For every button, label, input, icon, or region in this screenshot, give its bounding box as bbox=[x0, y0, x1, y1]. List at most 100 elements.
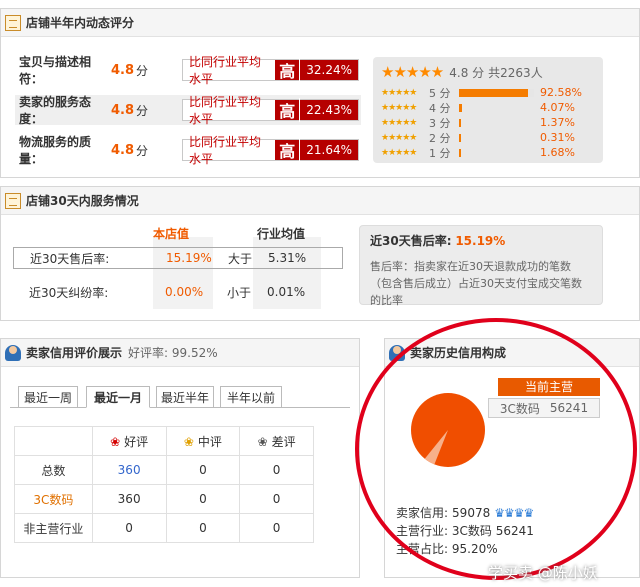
row-label: 近30天纠纷率: bbox=[29, 285, 109, 300]
compare-box: 比同行业平均水平 高 32.24% bbox=[182, 55, 359, 86]
level-text: 高 bbox=[275, 98, 301, 122]
compare-label: 比同行业平均水平 bbox=[189, 135, 262, 166]
row-bar-fill bbox=[459, 88, 529, 97]
row-percent: 92.58% bbox=[540, 86, 582, 99]
credit-title: 卖家信用评价展示 bbox=[26, 346, 123, 360]
level-percent: 32.24% bbox=[306, 63, 352, 77]
row-label: 非主营行业 bbox=[14, 513, 93, 543]
col-shop-header: 本店值 bbox=[153, 227, 190, 241]
watermark: 学买卖 @陈小妖 bbox=[488, 564, 598, 582]
rating-label: 卖家的服务态度： bbox=[19, 95, 92, 126]
info-value: 15.19% bbox=[455, 234, 506, 248]
mid-count: 0 bbox=[165, 484, 241, 514]
rating-label: 物流服务的质量： bbox=[19, 135, 92, 166]
bad-count: 0 bbox=[239, 513, 314, 543]
tab-half-year[interactable]: 最近半年 bbox=[156, 386, 214, 408]
breakdown-list: ★★★★★ 5 分 92.58% ★★★★★ 4 分 4.07% ★★★★★ 3 分 1.37%… bbox=[381, 85, 595, 160]
row-percent: 1.68% bbox=[540, 146, 575, 159]
level-badge: 高 22.43% bbox=[275, 98, 358, 122]
row-label: 3 分 bbox=[429, 116, 451, 130]
level-badge: 高 32.24% bbox=[275, 58, 358, 82]
summary-count: 共2263人 bbox=[488, 65, 543, 80]
rating-row-logistics: 物流服务的质量： 4.8 分 比同行业平均水平 高 21.64% bbox=[19, 135, 359, 166]
summary-score: 4.8 分 bbox=[449, 65, 485, 80]
row-bar-fill bbox=[459, 133, 462, 142]
shop-ratings-header: 店铺半年内动态评分 bbox=[1, 9, 639, 37]
row-label: 2 分 bbox=[429, 131, 451, 145]
table-row: 3C数码 360 0 0 bbox=[14, 484, 314, 514]
tab-earlier[interactable]: 半年以前 bbox=[220, 386, 282, 408]
row-stars-icon: ★★★★★ bbox=[381, 87, 417, 98]
breakdown-row: ★★★★★ 2 分 0.31% bbox=[381, 130, 595, 145]
mid-count: 0 bbox=[165, 513, 241, 543]
good-rate: 好评率: 99.52% bbox=[128, 346, 218, 360]
breakdown-row: ★★★★★ 1 分 1.68% bbox=[381, 145, 595, 160]
good-count: 360 bbox=[91, 484, 167, 514]
row-percent: 0.31% bbox=[540, 131, 575, 144]
row-bar bbox=[459, 88, 534, 97]
table-row: 总数 360 0 0 bbox=[14, 455, 314, 485]
rating-unit: 分 bbox=[136, 143, 149, 158]
col-industry-header: 行业均值 bbox=[257, 227, 306, 241]
breakdown-row: ★★★★★ 3 分 1.37% bbox=[381, 115, 595, 130]
header-good: ❀ 好评 bbox=[91, 426, 167, 456]
user-icon bbox=[5, 344, 21, 361]
row-industry-value: 5.31% bbox=[268, 251, 307, 265]
shop-ratings-panel: 店铺半年内动态评分 宝贝与描述相符： 4.8 分 比同行业平均水平 高 32.2… bbox=[0, 8, 640, 178]
tab-month[interactable]: 最近一月 bbox=[86, 386, 150, 408]
row-bar bbox=[459, 103, 534, 112]
breakdown-row: ★★★★★ 5 分 92.58% bbox=[381, 85, 595, 100]
document-icon bbox=[5, 14, 21, 31]
level-percent: 22.43% bbox=[306, 103, 352, 117]
flower-icon: ❀ bbox=[183, 434, 194, 449]
header-mid: ❀ 中评 bbox=[165, 426, 241, 456]
level-badge: 高 21.64% bbox=[275, 138, 358, 162]
row-label: 5 分 bbox=[429, 86, 451, 100]
row-label-link[interactable]: 3C数码 bbox=[14, 484, 93, 514]
level-text: 高 bbox=[275, 138, 301, 162]
rating-score: 4.8 bbox=[111, 142, 135, 158]
shop-ratings-title: 店铺半年内动态评分 bbox=[26, 16, 135, 30]
tab-week[interactable]: 最近一周 bbox=[18, 386, 78, 408]
breakdown-row: ★★★★★ 4 分 4.07% bbox=[381, 100, 595, 115]
rating-row-description: 宝贝与描述相符： 4.8 分 比同行业平均水平 高 32.24% bbox=[19, 55, 359, 86]
header-bad: ❀ 差评 bbox=[239, 426, 314, 456]
row-industry-value: 0.01% bbox=[267, 285, 306, 299]
bad-count: 0 bbox=[239, 455, 314, 485]
row-stars-icon: ★★★★★ bbox=[381, 102, 417, 113]
info-title: 近30天售后率: bbox=[370, 234, 452, 248]
row-bar bbox=[459, 118, 534, 127]
service-row-aftersale: 近30天售后率: 15.19% 大于 5.31% bbox=[13, 247, 343, 269]
row-label: 4 分 bbox=[429, 101, 451, 115]
row-shop-value: 15.19% bbox=[166, 251, 212, 265]
rating-score: 4.8 bbox=[111, 62, 135, 78]
service30-header: 店铺30天内服务情况 bbox=[1, 187, 639, 215]
good-count-link[interactable]: 360 bbox=[91, 455, 167, 485]
rating-unit: 分 bbox=[136, 103, 149, 118]
good-count: 0 bbox=[91, 513, 167, 543]
row-label: 总数 bbox=[14, 455, 93, 485]
breakdown-summary: ★★★★★ 4.8 分 共2263人 bbox=[381, 63, 595, 81]
rating-row-service: 卖家的服务态度： 4.8 分 比同行业平均水平 高 22.43% bbox=[19, 95, 359, 126]
service-row-dispute: 近30天纠纷率: 0.00% 小于 0.01% bbox=[13, 281, 343, 303]
credit-table: ❀ 好评 ❀ 中评 ❀ 差评 总数 360 0 0 3C数码 360 0 0 非… bbox=[14, 426, 314, 543]
row-label: 1 分 bbox=[429, 146, 451, 160]
service-info-box: 近30天售后率: 15.19% 售后率：指卖家在近30天退款成功的笔数（包含售后… bbox=[359, 225, 603, 307]
credit-header: 卖家信用评价展示 好评率: 99.52% bbox=[1, 339, 359, 367]
highlight-circle bbox=[355, 318, 637, 580]
rating-label: 宝贝与描述相符： bbox=[19, 55, 92, 86]
rating-breakdown: ★★★★★ 4.8 分 共2263人 ★★★★★ 5 分 92.58% ★★★★★ 4 … bbox=[373, 57, 603, 163]
compare-label: 比同行业平均水平 bbox=[189, 55, 262, 86]
row-stars-icon: ★★★★★ bbox=[381, 147, 417, 158]
row-percent: 4.07% bbox=[540, 101, 575, 114]
row-label: 近30天售后率: bbox=[30, 251, 110, 266]
compare-box: 比同行业平均水平 高 22.43% bbox=[182, 95, 359, 126]
info-description: 售后率：指卖家在近30天退款成功的笔数（包含售后成立）占近30天支付宝成交笔数的… bbox=[370, 260, 582, 307]
service30-panel: 店铺30天内服务情况 本店值 行业均值 近30天售后率: 15.19% 大于 5… bbox=[0, 186, 640, 321]
row-bar bbox=[459, 133, 534, 142]
summary-stars-icon: ★★★★★ bbox=[381, 63, 444, 81]
table-header-row: ❀ 好评 ❀ 中评 ❀ 差评 bbox=[14, 426, 314, 456]
rating-unit: 分 bbox=[136, 63, 149, 78]
level-text: 高 bbox=[275, 58, 301, 82]
mid-count: 0 bbox=[165, 455, 241, 485]
